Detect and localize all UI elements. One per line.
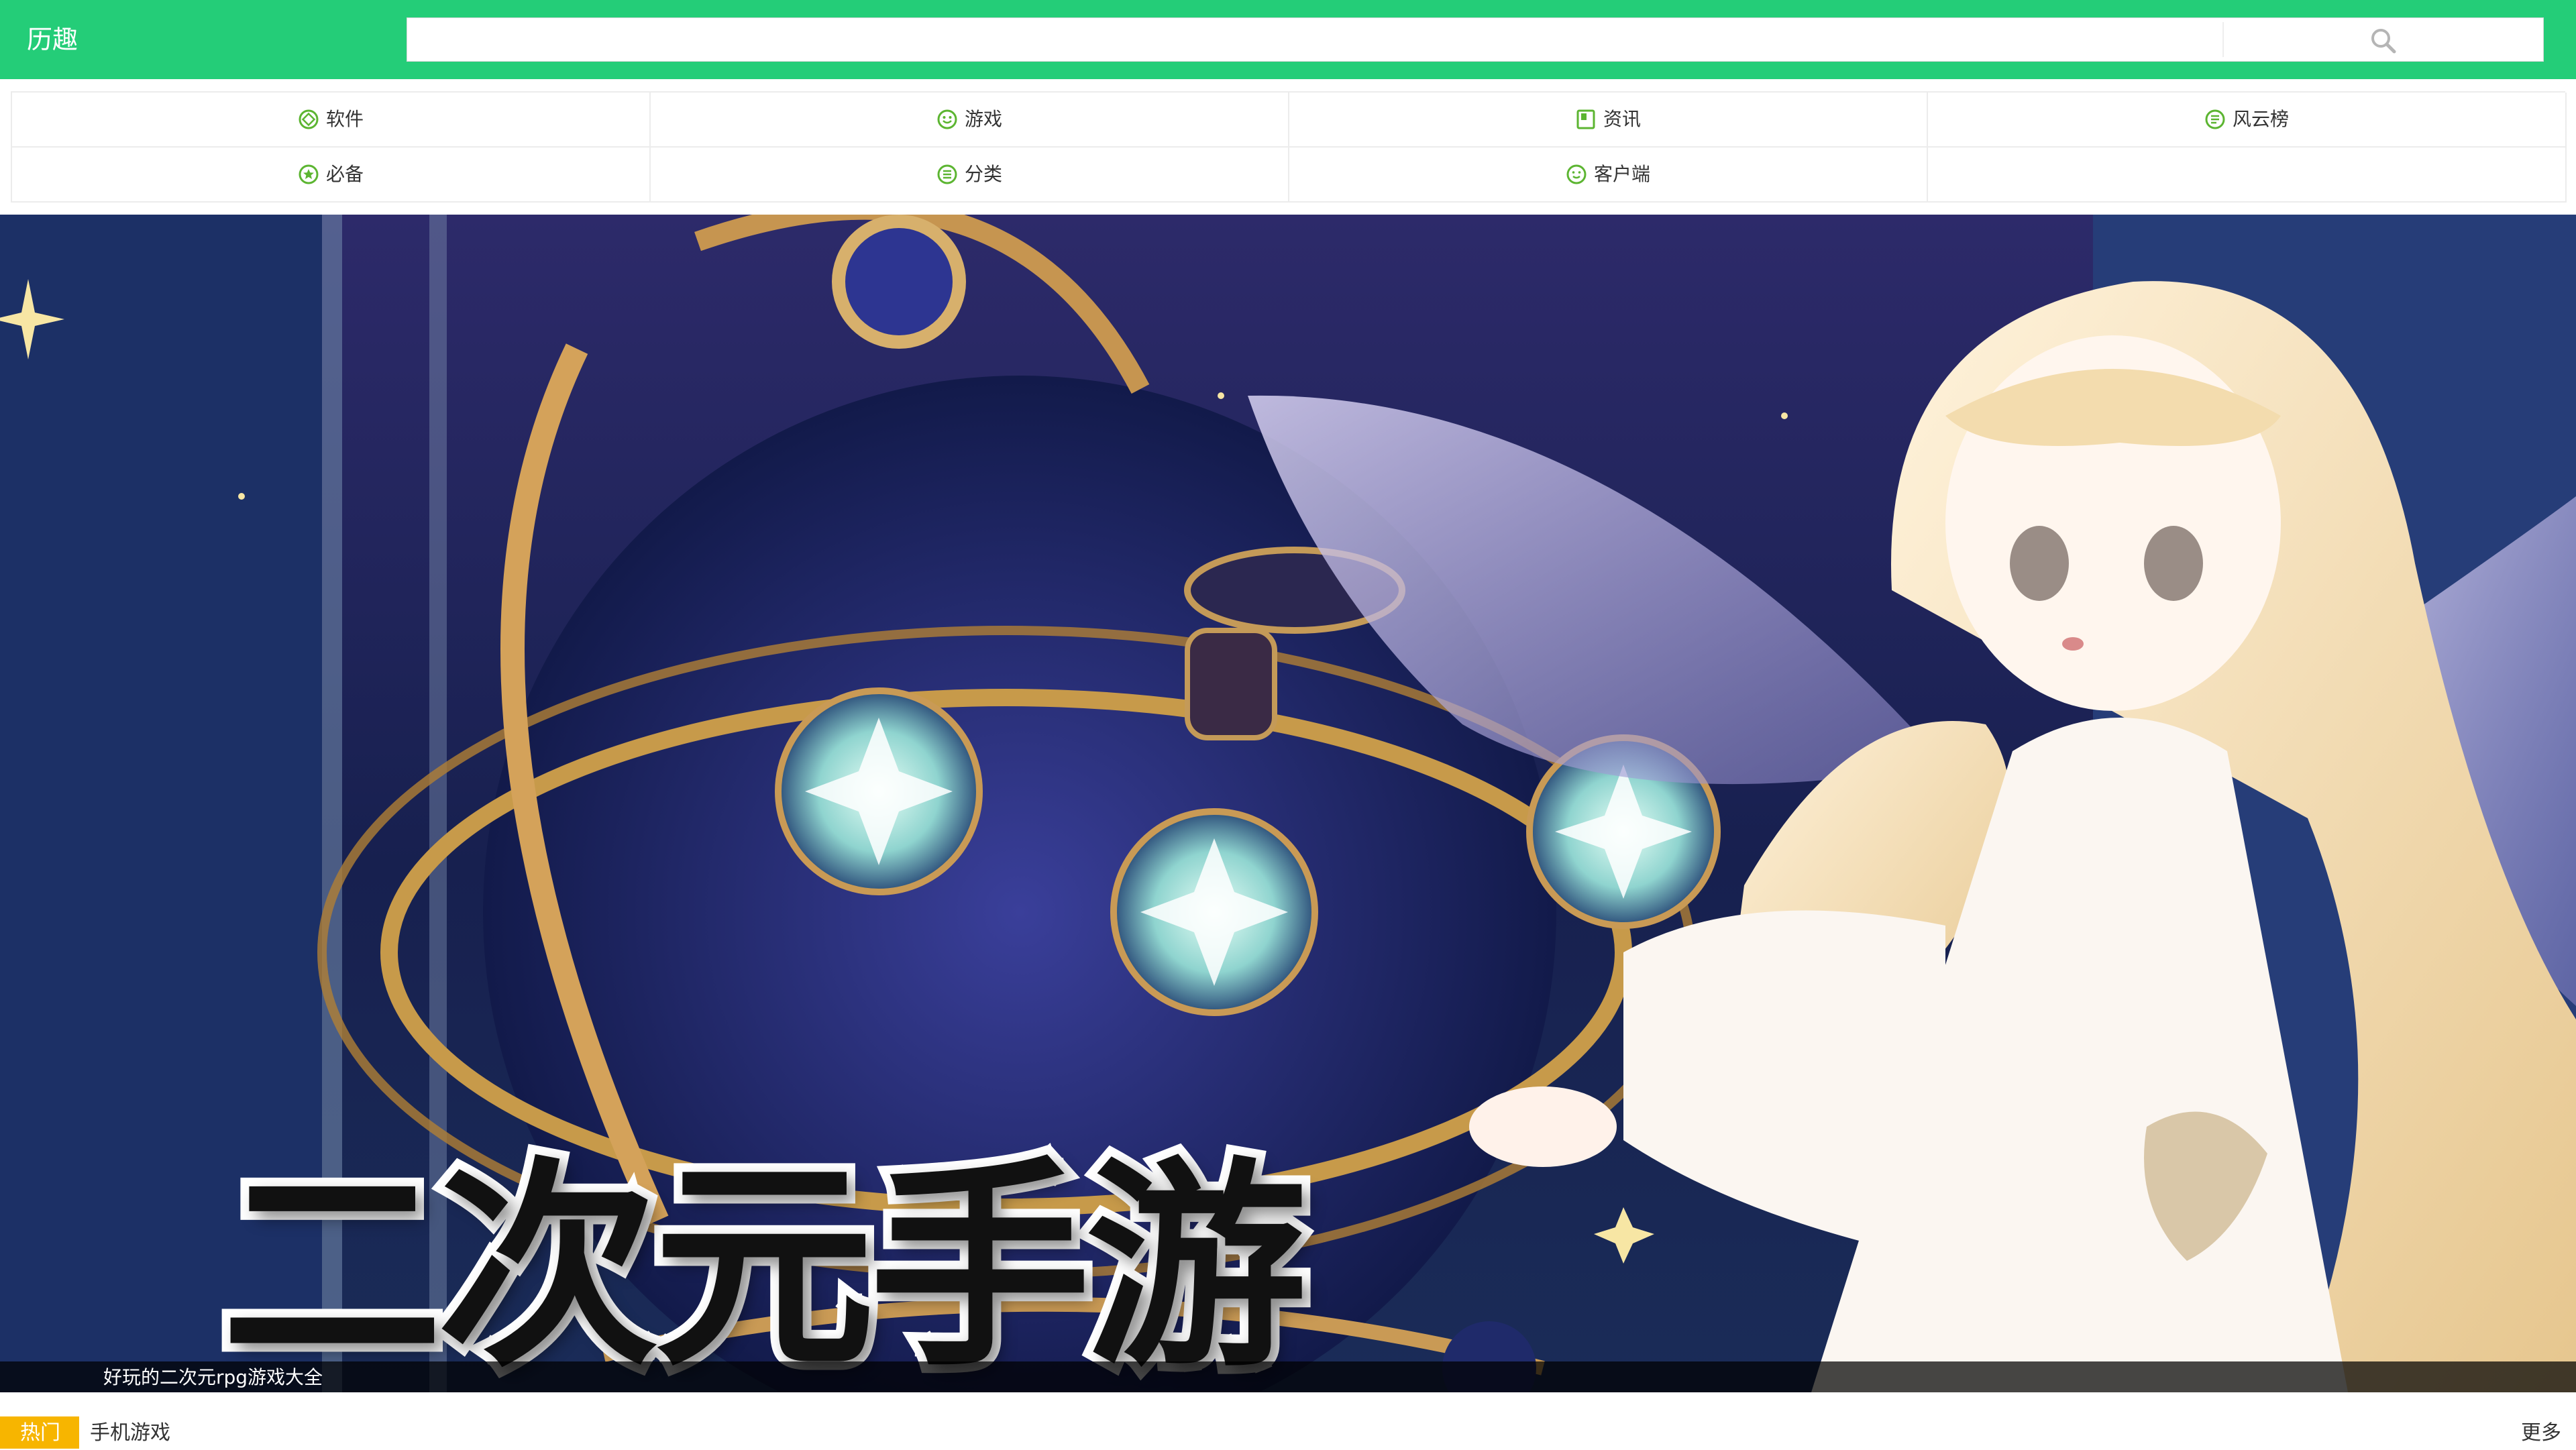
nav-item-rankings[interactable]: 风云榜 [1928,93,2567,148]
search-bar [407,17,2544,62]
nav-item-games[interactable]: 游戏 [651,93,1289,148]
smiley-icon [936,109,958,130]
nav-item-empty [1928,148,2567,203]
banner-caption[interactable]: 好玩的二次元rpg游戏大全 [103,1365,323,1390]
tab-mobile-games[interactable]: 手机游戏 [90,1418,170,1449]
search-button[interactable] [2224,18,2543,61]
software-icon [298,109,319,130]
top-header: 历趣 [0,0,2576,79]
nav-item-software[interactable]: 软件 [12,93,651,148]
nav-label: 必备 [325,163,364,185]
news-icon [1575,109,1597,130]
nav-item-essentials[interactable]: 必备 [12,148,651,203]
banner-caption-bar: 好玩的二次元rpg游戏大全 [0,1361,2576,1392]
nav-item-categories[interactable]: 分类 [651,148,1289,203]
banner-headline: 二次元手游 [213,1131,1316,1392]
hero-banner[interactable]: 二次元手游 好玩的二次元rpg游戏大全 [0,215,2576,1392]
nav-item-news[interactable]: 资讯 [1289,93,1928,148]
hot-badge: 热门 [0,1416,79,1449]
more-link[interactable]: 更多 [2521,1418,2561,1449]
client-icon [1566,164,1587,185]
nav-label: 游戏 [964,108,1002,130]
nav-label: 软件 [325,108,364,130]
site-title[interactable]: 历趣 [27,23,78,56]
category-nav: 软件 游戏 资讯 风云榜 必备 分类 客户端 [11,91,2567,203]
nav-label: 客户端 [1593,163,1650,185]
nav-label: 风云榜 [2232,108,2289,130]
nav-label: 分类 [964,163,1002,185]
search-input[interactable] [407,18,2222,61]
search-icon [2371,29,2396,54]
star-icon [298,164,319,185]
list-icon [2204,109,2226,130]
hot-section-header: 热门 手机游戏 更多 [0,1407,2576,1449]
category-icon [936,164,958,185]
nav-item-client[interactable]: 客户端 [1289,148,1928,203]
nav-label: 资讯 [1603,108,1641,130]
